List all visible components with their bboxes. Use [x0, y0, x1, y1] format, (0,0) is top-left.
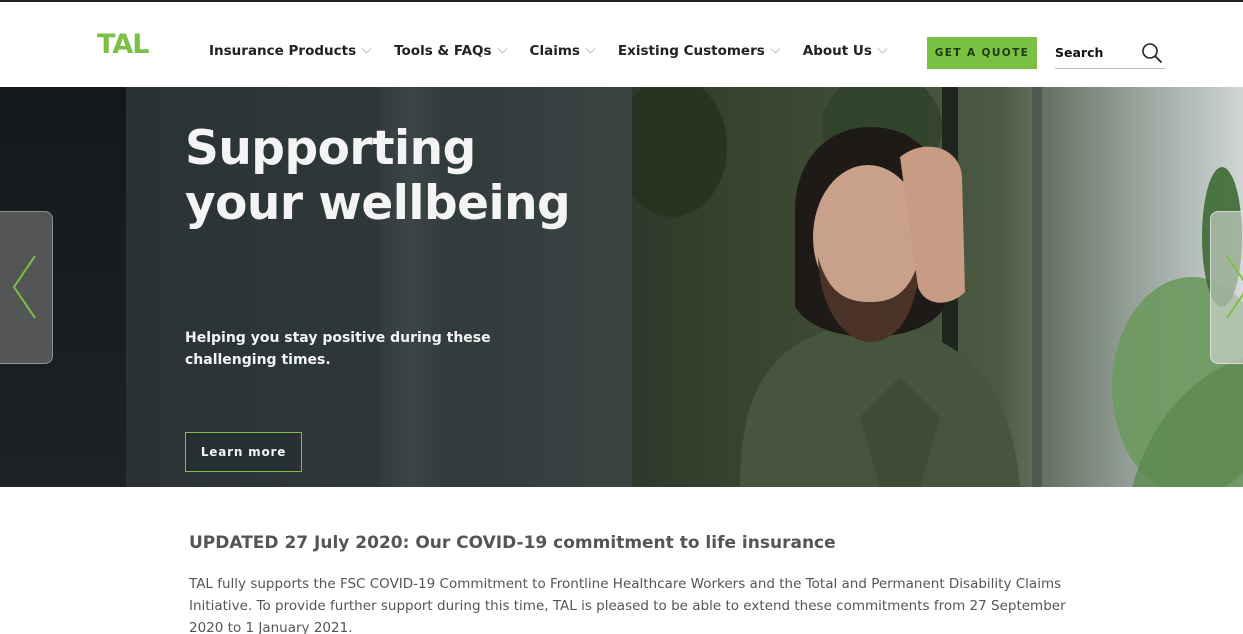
covid-update-heading: UPDATED 27 July 2020: Our COVID-19 commi… — [189, 533, 836, 553]
nav-item-label: Existing Customers — [617, 43, 765, 59]
nav-item-label: Tools & FAQs — [394, 43, 492, 59]
carousel-next-button[interactable] — [1210, 211, 1243, 364]
get-a-quote-button[interactable]: GET A QUOTE — [927, 37, 1037, 69]
nav-item-existing-customers[interactable]: Existing Customers — [618, 43, 781, 59]
nav-item-insurance-products[interactable]: Insurance Products — [209, 43, 372, 59]
search-label: Search — [1055, 45, 1104, 60]
learn-more-button[interactable]: Learn more — [185, 432, 302, 472]
site-header: TAL Insurance Products Tools & FAQs Clai… — [0, 2, 1243, 87]
nav-item-claims[interactable]: Claims — [530, 43, 596, 59]
chevron-down-icon — [361, 47, 372, 55]
chevron-down-icon — [497, 47, 508, 55]
main-nav: Insurance Products Tools & FAQs Claims E… — [209, 40, 910, 62]
chevron-down-icon — [585, 47, 596, 55]
hero-banner: Supporting your wellbeing Helping you st… — [0, 87, 1243, 487]
search-field[interactable]: Search — [1055, 40, 1165, 69]
nav-item-label: Claims — [529, 43, 580, 59]
hero-person-illustration — [740, 127, 1020, 487]
nav-item-label: Insurance Products — [209, 43, 357, 59]
nav-item-about-us[interactable]: About Us — [803, 43, 888, 59]
hero-subtitle: Helping you stay positive during these c… — [185, 330, 491, 368]
search-icon[interactable] — [1141, 42, 1163, 64]
nav-item-tools-faqs[interactable]: Tools & FAQs — [394, 43, 507, 59]
chevron-right-icon — [1226, 255, 1243, 319]
tal-logo[interactable]: TAL — [97, 30, 149, 60]
covid-update-body: TAL fully supports the FSC COVID-19 Comm… — [189, 576, 1066, 634]
hero-title: Supporting your wellbeing — [185, 121, 571, 231]
nav-item-label: About Us — [802, 43, 872, 59]
chevron-down-icon — [877, 47, 888, 55]
chevron-left-icon — [12, 255, 36, 319]
carousel-prev-button[interactable] — [0, 211, 53, 364]
chevron-down-icon — [770, 47, 781, 55]
